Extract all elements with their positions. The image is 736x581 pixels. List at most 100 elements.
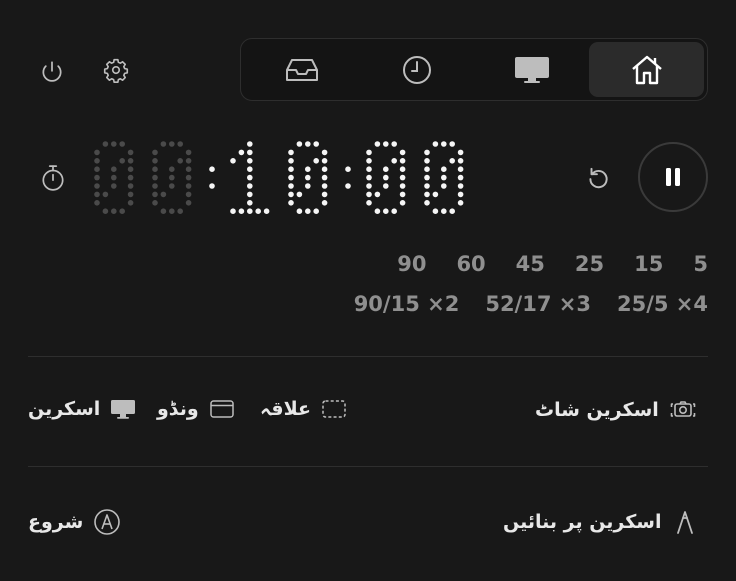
clock-dot [238,208,245,214]
clock-dot [383,183,389,189]
start-label: شروع [28,511,84,533]
colon-dot [345,166,351,172]
clock-dot [177,141,183,147]
clock-dot [255,208,261,214]
start-button[interactable]: شروع [28,508,121,536]
clock-icon [402,55,431,84]
timer-display [94,141,464,214]
clock-dot [152,174,158,181]
clock-dot [366,166,372,172]
stopwatch-button[interactable] [37,162,69,194]
clock-dot [238,149,245,156]
clock-dot [169,166,175,172]
clock-dot [288,166,294,172]
clock-dot [383,166,389,172]
clock-dot [321,166,328,172]
record-screen-button[interactable]: اسکرین پر بنائیں [503,508,698,536]
capture-window-button[interactable]: ونڈو [157,398,235,420]
power-button[interactable] [36,56,68,88]
preset-25[interactable]: 25 [575,252,604,276]
clock-dot [432,208,439,214]
cycle-90-15[interactable]: 90/15 ×2 [354,292,460,316]
clock-dot [424,183,430,189]
clock-dot [424,191,430,198]
clock-dot [102,191,109,198]
clock-dot [374,208,381,214]
clock-dot [457,149,464,156]
clock-dot [424,166,430,172]
cycle-52-17[interactable]: 52/17 ×3 [485,292,591,316]
clock-dot [119,141,125,147]
pause-button[interactable] [638,142,708,212]
clock-dot [366,149,372,156]
clock-dot [247,200,253,206]
capture-screen-button[interactable]: اسکرین [28,398,136,420]
clock-dot [305,208,311,214]
clock-dot [441,141,447,147]
clock-dot [185,183,192,189]
clock-dot [111,174,117,181]
clock-dot [288,174,294,181]
monitor-icon [514,56,549,83]
capture-window-label: ونڈو [157,398,199,420]
divider [28,356,708,357]
clock-dot [127,149,134,156]
pause-icon [666,168,680,186]
clock-dot [247,149,253,156]
clock-dot [296,191,303,198]
preset-45[interactable]: 45 [516,252,545,276]
clock-dot [247,141,253,147]
tab-screen[interactable] [474,42,589,97]
reset-arrow-icon [589,167,608,189]
tab-clock[interactable] [359,42,474,97]
stopwatch-icon [42,165,64,191]
screenshot-button[interactable]: اسکرین شاٹ [535,398,697,422]
clock-dot [111,166,117,172]
clock-dot [185,200,192,206]
tab-inbox[interactable] [244,42,359,97]
settings-button[interactable] [100,54,132,86]
clock-dot [366,174,372,181]
clock-dot [305,174,311,181]
clock-dot [391,208,398,214]
clock-dot [321,191,328,198]
clock-dot [119,208,125,214]
reset-button[interactable] [582,162,614,194]
cycle-25-5[interactable]: 25/5 ×4 [617,292,708,316]
clock-dot [441,174,447,181]
clock-dot [185,191,192,198]
clock-dot [102,141,109,147]
clock-dot [247,191,253,198]
clock-dot [313,208,319,214]
clock-dot [457,174,464,181]
clock-dot [399,183,406,189]
clock-dot [321,183,328,189]
clock-dot [366,200,372,206]
clock-dot [366,158,372,164]
clock-dot [94,174,100,181]
preset-60[interactable]: 60 [456,252,485,276]
power-icon [42,61,62,82]
preset-90[interactable]: 90 [397,252,426,276]
clock-dot [424,149,430,156]
preset-5[interactable]: 5 [693,252,708,276]
clock-dot [399,149,406,156]
clock-dot [94,166,100,172]
clock-dot [424,200,430,206]
capture-area-button[interactable]: علاقہ [260,398,347,420]
clock-dot [432,141,439,147]
clock-dot [449,158,456,164]
clock-dot [366,183,372,189]
preset-15[interactable]: 15 [634,252,663,276]
clock-dot [441,166,447,172]
colon-dot [209,166,215,172]
clock-dot [169,141,175,147]
preset-list: 90 60 45 25 15 5 [397,252,708,276]
camera-icon [670,401,696,417]
clock-dot [127,174,134,181]
clock-dot [374,141,381,147]
clock-dot [94,149,100,156]
tab-home[interactable] [589,42,704,97]
clock-dot [94,200,100,206]
clock-dot [177,158,183,164]
